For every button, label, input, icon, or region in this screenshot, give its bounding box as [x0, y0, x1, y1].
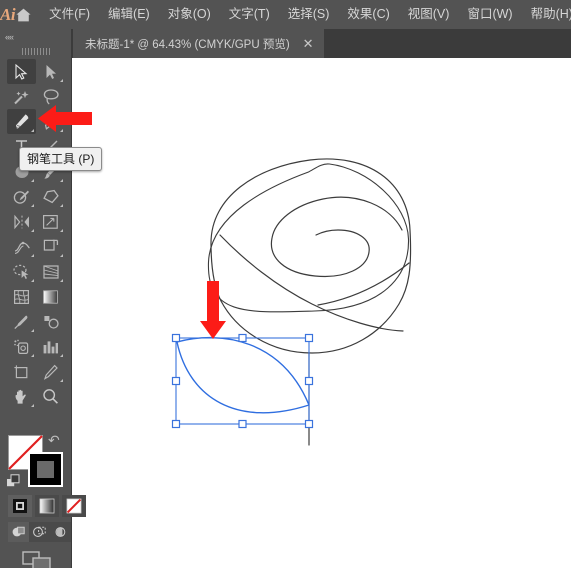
stroke-swatch-inner: [30, 454, 61, 485]
handle-bottom-left: [171, 419, 181, 429]
free-transform-tool[interactable]: [36, 234, 65, 259]
document-tab-title: 未标题-1* @ 64.43% (CMYK/GPU 预览): [85, 38, 290, 51]
illustrator-window: Ai 文件(F) 编辑(E) 对象(O) 文字(T) 选择(S) 效果(C) 视…: [0, 0, 571, 568]
panel-drag-grip[interactable]: [22, 48, 50, 55]
pen-tool-tooltip: 钢笔工具 (P): [19, 147, 103, 171]
home-icon[interactable]: [15, 0, 32, 29]
flyout-indicator: [31, 129, 34, 132]
hand-tool[interactable]: [7, 384, 36, 409]
rose-fold-right: [317, 262, 410, 306]
handle-bottom-center: [238, 419, 247, 429]
menu-file[interactable]: 文件(F): [40, 5, 99, 25]
flyout-indicator: [60, 279, 63, 282]
rotate-tool[interactable]: [7, 209, 36, 234]
leaf-lower-edge: [176, 341, 310, 414]
eraser-tool[interactable]: [36, 184, 65, 209]
selection-tool[interactable]: [7, 59, 36, 84]
flyout-indicator: [60, 79, 63, 82]
flyout-indicator: [31, 279, 34, 282]
flyout-indicator: [60, 379, 63, 382]
draw-inside-button[interactable]: [50, 522, 71, 542]
draw-behind-button[interactable]: [29, 522, 50, 542]
rose-artwork: [208, 159, 412, 314]
swap-fill-stroke-icon[interactable]: ↶: [48, 432, 60, 449]
flyout-indicator: [31, 179, 34, 182]
shaper-tool[interactable]: [7, 184, 36, 209]
slice-tool[interactable]: [36, 359, 65, 384]
none-mode-button[interactable]: [62, 495, 86, 517]
symbol-sprayer-tool[interactable]: [7, 334, 36, 359]
flyout-indicator: [60, 129, 63, 132]
magic-wand-tool[interactable]: [7, 84, 36, 109]
curvature-tool[interactable]: [36, 109, 65, 134]
handle-middle-right: [304, 376, 314, 386]
collapse-panel-icon[interactable]: ««: [5, 32, 14, 42]
handle-top-center: [238, 333, 247, 343]
artboard-tool[interactable]: [7, 359, 36, 384]
rose-fold-left: [219, 234, 404, 332]
menu-type[interactable]: 文字(T): [220, 5, 279, 25]
handle-bottom-right: [304, 419, 314, 429]
flyout-indicator: [60, 354, 63, 357]
color-mode-button[interactable]: [8, 495, 32, 517]
tools-panel: «« ↶: [0, 29, 86, 568]
gradient-mode-button[interactable]: [35, 495, 59, 517]
color-controls: ↶: [0, 427, 86, 568]
lasso-tool[interactable]: [36, 84, 65, 109]
tool-buttons-grid: [7, 59, 65, 409]
flyout-indicator: [60, 204, 63, 207]
zoom-tool[interactable]: [36, 384, 65, 409]
flyout-indicator: [31, 354, 34, 357]
menu-bar: Ai 文件(F) 编辑(E) 对象(O) 文字(T) 选择(S) 效果(C) 视…: [0, 0, 571, 29]
change-screen-mode-button[interactable]: [22, 549, 52, 568]
leaf-upper-edge: [176, 336, 310, 406]
artwork-svg: [171, 158, 412, 446]
handle-top-right: [304, 333, 314, 343]
menu-view[interactable]: 视图(V): [399, 5, 459, 25]
handle-middle-left: [171, 376, 181, 386]
artboard-canvas[interactable]: [72, 58, 571, 568]
menu-object[interactable]: 对象(O): [159, 5, 220, 25]
perspective-grid-tool[interactable]: [36, 259, 65, 284]
menu-help[interactable]: 帮助(H): [522, 5, 571, 25]
flyout-indicator: [60, 179, 63, 182]
flyout-indicator: [31, 404, 34, 407]
flyout-indicator: [31, 329, 34, 332]
stroke-swatch-core: [37, 461, 54, 478]
flyout-indicator: [31, 229, 34, 232]
menu-edit[interactable]: 编辑(E): [99, 5, 159, 25]
close-icon[interactable]: ✕: [303, 37, 314, 50]
document-tab[interactable]: 未标题-1* @ 64.43% (CMYK/GPU 预览) ✕: [73, 29, 324, 58]
paint-mode-buttons: [8, 495, 89, 517]
mesh-tool[interactable]: [7, 284, 36, 309]
flyout-indicator: [60, 229, 63, 232]
default-fill-stroke-icon[interactable]: [6, 474, 21, 494]
column-graph-tool[interactable]: [36, 334, 65, 359]
flyout-indicator: [31, 204, 34, 207]
gradient-tool[interactable]: [36, 284, 65, 309]
menu-effect[interactable]: 效果(C): [338, 5, 398, 25]
leaf-shape-path: [176, 336, 310, 414]
width-tool[interactable]: [7, 234, 36, 259]
app-logo: Ai: [0, 4, 16, 24]
rose-inner-spiral: [270, 196, 403, 278]
stroke-swatch[interactable]: [28, 452, 63, 487]
handle-top-left: [171, 333, 181, 343]
direct-selection-tool[interactable]: [36, 59, 65, 84]
drawing-mode-buttons: [8, 522, 71, 542]
blend-tool[interactable]: [36, 309, 65, 334]
shape-builder-tool[interactable]: [7, 259, 36, 284]
pen-tool[interactable]: [7, 109, 36, 134]
scale-tool[interactable]: [36, 209, 65, 234]
draw-normal-button[interactable]: [8, 522, 29, 542]
rose-paths: [210, 158, 412, 446]
flyout-indicator: [60, 254, 63, 257]
flyout-indicator: [31, 254, 34, 257]
eyedropper-tool[interactable]: [7, 309, 36, 334]
menu-select[interactable]: 选择(S): [279, 5, 339, 25]
menu-window[interactable]: 窗口(W): [458, 5, 521, 25]
document-tab-bar: 未标题-1* @ 64.43% (CMYK/GPU 预览) ✕: [0, 29, 571, 58]
